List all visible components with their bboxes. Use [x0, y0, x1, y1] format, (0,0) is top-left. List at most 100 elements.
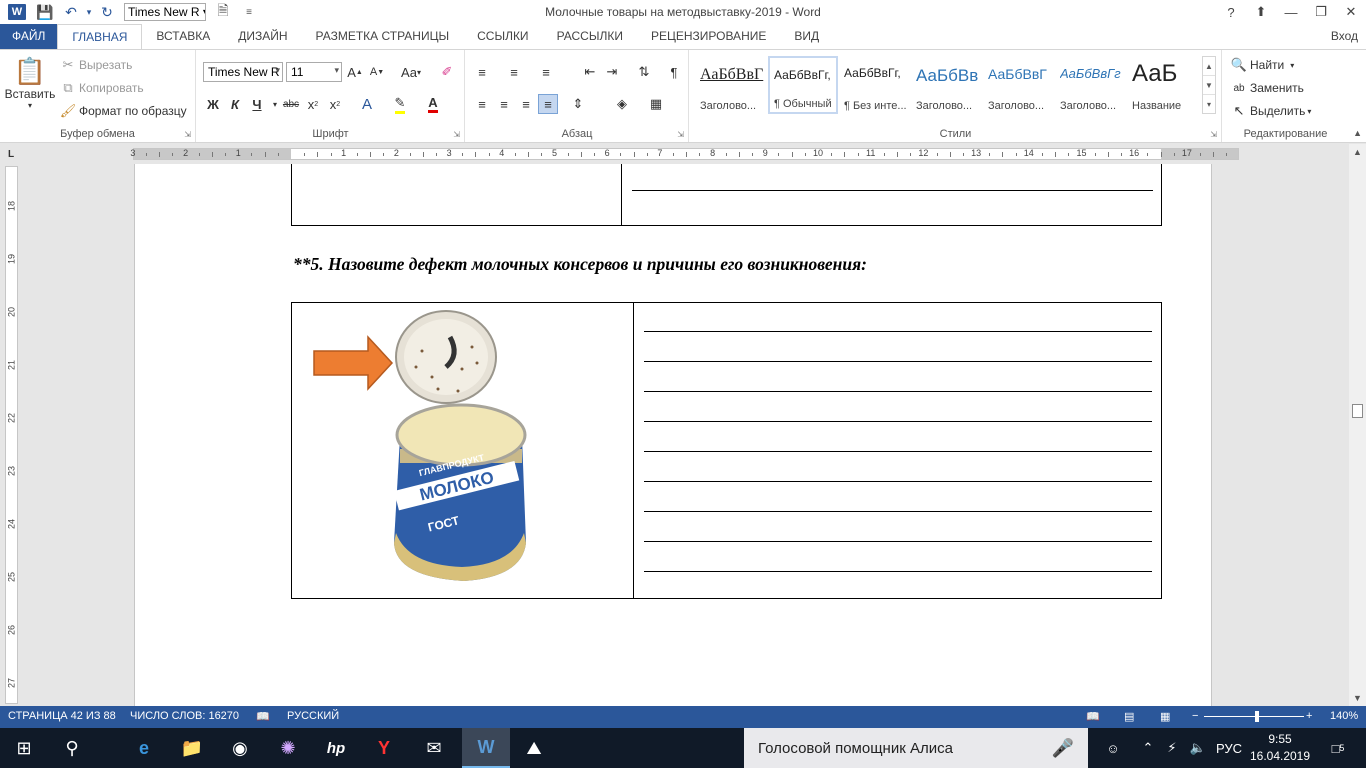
redo-icon[interactable]: ↻ [94, 1, 120, 23]
styles-up-icon[interactable]: ▲ [1203, 57, 1215, 76]
font-color-icon[interactable]: A [423, 94, 443, 114]
minimize-button[interactable]: — [1276, 0, 1306, 24]
ribbon-display-options-icon[interactable]: ⬆ [1246, 0, 1276, 24]
zoom-out-button[interactable]: − [1192, 710, 1198, 722]
restore-button[interactable]: ❐ [1306, 0, 1336, 24]
style-normal[interactable]: АаБбВвГг, ¶ Обычный [768, 56, 838, 114]
cut-button[interactable]: ✂ Вырезать [60, 57, 133, 73]
collapse-ribbon-icon[interactable]: ▲ [1353, 128, 1362, 138]
shrink-font-icon[interactable]: A ▼ [367, 62, 387, 82]
search-icon[interactable]: ⚲ [48, 728, 96, 768]
shading-icon[interactable]: ◈ [612, 94, 632, 114]
justify-icon[interactable]: ≡ [538, 94, 558, 114]
strikethrough-button[interactable]: abc [281, 94, 301, 114]
save-icon[interactable]: 💾 [32, 1, 58, 23]
text-effects-icon[interactable]: A [357, 94, 377, 114]
styles-scroll[interactable]: ▲ ▼ ▾ [1202, 56, 1216, 114]
tab-page-layout[interactable]: РАЗМЕТКА СТРАНИЦЫ [302, 24, 464, 49]
customize-toolbar-icon[interactable]: ≡ [236, 1, 262, 23]
close-button[interactable]: ✕ [1336, 0, 1366, 24]
grow-font-icon[interactable]: A ▲ [345, 62, 365, 82]
font-name-combo[interactable]: Times New R ▾ [203, 62, 283, 82]
font-dialog-launcher[interactable]: ⇲ [453, 130, 460, 139]
scroll-thumb[interactable] [1352, 404, 1363, 418]
scroll-down-icon[interactable]: ▼ [1349, 690, 1366, 706]
multilevel-list-icon[interactable]: ≡ [536, 62, 556, 82]
line-spacing-icon[interactable]: ⇕ [568, 94, 588, 114]
file-explorer-icon[interactable]: 📁 [168, 728, 216, 768]
align-center-icon[interactable]: ≡ [494, 94, 514, 114]
show-hidden-icons[interactable]: ⌃ [1138, 728, 1158, 768]
read-mode-icon[interactable]: 📖 [1086, 710, 1100, 723]
edge-browser-icon[interactable]: e [120, 728, 168, 768]
alice-voice-assistant[interactable]: Голосовой помощник Алиса 🎤 [744, 728, 1088, 768]
decrease-indent-icon[interactable]: ⇤ [580, 62, 600, 82]
language-indicator[interactable]: РУССКИЙ [287, 710, 339, 722]
replace-button[interactable]: ab Заменить [1231, 80, 1304, 96]
clear-formatting-icon[interactable]: ✐ [437, 62, 457, 82]
photo-app-icon[interactable]: ✺ [264, 728, 312, 768]
hp-app-icon[interactable]: hp [312, 728, 360, 768]
borders-icon[interactable]: ▦ [646, 94, 666, 114]
tab-insert[interactable]: ВСТАВКА [142, 24, 224, 49]
sign-in-link[interactable]: Вход [1331, 29, 1358, 43]
media-app-icon[interactable]: ◉ [216, 728, 264, 768]
align-right-icon[interactable]: ≡ [516, 94, 536, 114]
styles-dialog-launcher[interactable]: ⇲ [1210, 130, 1217, 139]
change-case-button[interactable]: Aa ▾ [396, 62, 426, 82]
tab-file[interactable]: ФАЙЛ [0, 24, 58, 49]
print-layout-icon[interactable]: ▤ [1124, 710, 1134, 723]
vertical-ruler[interactable]: 18 19 20 21 22 23 24 25 26 27 [5, 166, 18, 704]
zoom-slider[interactable] [1204, 716, 1304, 717]
clipboard-dialog-launcher[interactable]: ⇲ [184, 130, 191, 139]
volume-icon[interactable]: 🔈 [1186, 728, 1210, 768]
underline-button[interactable]: Ч [247, 94, 267, 114]
style-heading-3[interactable]: АаБбВвГ Заголово... [984, 56, 1054, 114]
superscript-icon[interactable]: x2 [325, 94, 345, 114]
select-button[interactable]: ↖ Выделить ▾ [1231, 103, 1312, 119]
align-left-icon[interactable]: ≡ [472, 94, 492, 114]
people-icon[interactable]: ☺ [1100, 728, 1126, 768]
document-page[interactable]: **5. Назовите дефект молочных консервов … [134, 164, 1212, 706]
tab-design[interactable]: ДИЗАЙН [224, 24, 301, 49]
styles-down-icon[interactable]: ▼ [1203, 76, 1215, 95]
style-heading-4[interactable]: АаБбВвГг Заголово... [1056, 56, 1126, 114]
quick-access-font-combo[interactable]: Times New R ▾ [124, 3, 206, 21]
bold-button[interactable]: Ж [203, 94, 223, 114]
paragraph-dialog-launcher[interactable]: ⇲ [677, 130, 684, 139]
subscript-icon[interactable]: x2 [303, 94, 323, 114]
style-heading-1[interactable]: АаБбВвГ Заголово... [696, 56, 766, 114]
zoom-level[interactable]: 140% [1330, 710, 1358, 722]
copy-button[interactable]: ⧉ Копировать [60, 80, 143, 96]
tab-mailings[interactable]: РАССЫЛКИ [543, 24, 637, 49]
page-counter[interactable]: СТРАНИЦА 42 ИЗ 88 [8, 710, 116, 722]
vertical-scrollbar[interactable]: ▲ ▼ [1349, 144, 1366, 706]
tab-review[interactable]: РЕЦЕНЗИРОВАНИЕ [637, 24, 780, 49]
highlight-color-icon[interactable]: ✎ [390, 94, 410, 114]
microphone-muted-icon[interactable]: 🎤 [1052, 738, 1074, 759]
format-painter-button[interactable]: 🖌 Формат по образцу [60, 103, 187, 119]
style-no-spacing[interactable]: АаБбВвГг, ¶ Без инте... [840, 56, 910, 114]
zoom-slider-handle[interactable] [1255, 711, 1259, 722]
yandex-browser-icon[interactable]: Y [360, 728, 408, 768]
font-size-combo[interactable]: 11 ▾ [286, 62, 342, 82]
tab-view[interactable]: ВИД [780, 24, 833, 49]
style-heading-2[interactable]: АаБбВв Заголово... [912, 56, 982, 114]
find-button[interactable]: 🔍 Найти ▾ [1231, 57, 1294, 73]
undo-icon[interactable]: ↶ [58, 1, 84, 23]
styles-more-icon[interactable]: ▾ [1203, 95, 1215, 113]
italic-button[interactable]: К [225, 94, 245, 114]
bullets-icon[interactable]: ≡ [472, 62, 492, 82]
word-app-icon[interactable]: W [8, 4, 26, 20]
action-center-icon[interactable]: □ 5 [1318, 728, 1358, 768]
word-count[interactable]: ЧИСЛО СЛОВ: 16270 [130, 710, 239, 722]
style-title[interactable]: АаБ Название [1128, 56, 1198, 114]
increase-indent-icon[interactable]: ⇥ [602, 62, 622, 82]
proofing-icon[interactable]: 📖 [256, 710, 270, 723]
web-layout-icon[interactable]: ▦ [1160, 710, 1170, 723]
numbering-icon[interactable]: ≡ [504, 62, 524, 82]
clock[interactable]: 9:55 16.04.2019 [1246, 731, 1314, 765]
network-icon[interactable]: ⚡ [1160, 728, 1184, 768]
tab-references[interactable]: ССЫЛКИ [463, 24, 542, 49]
zoom-in-button[interactable]: + [1306, 710, 1312, 722]
